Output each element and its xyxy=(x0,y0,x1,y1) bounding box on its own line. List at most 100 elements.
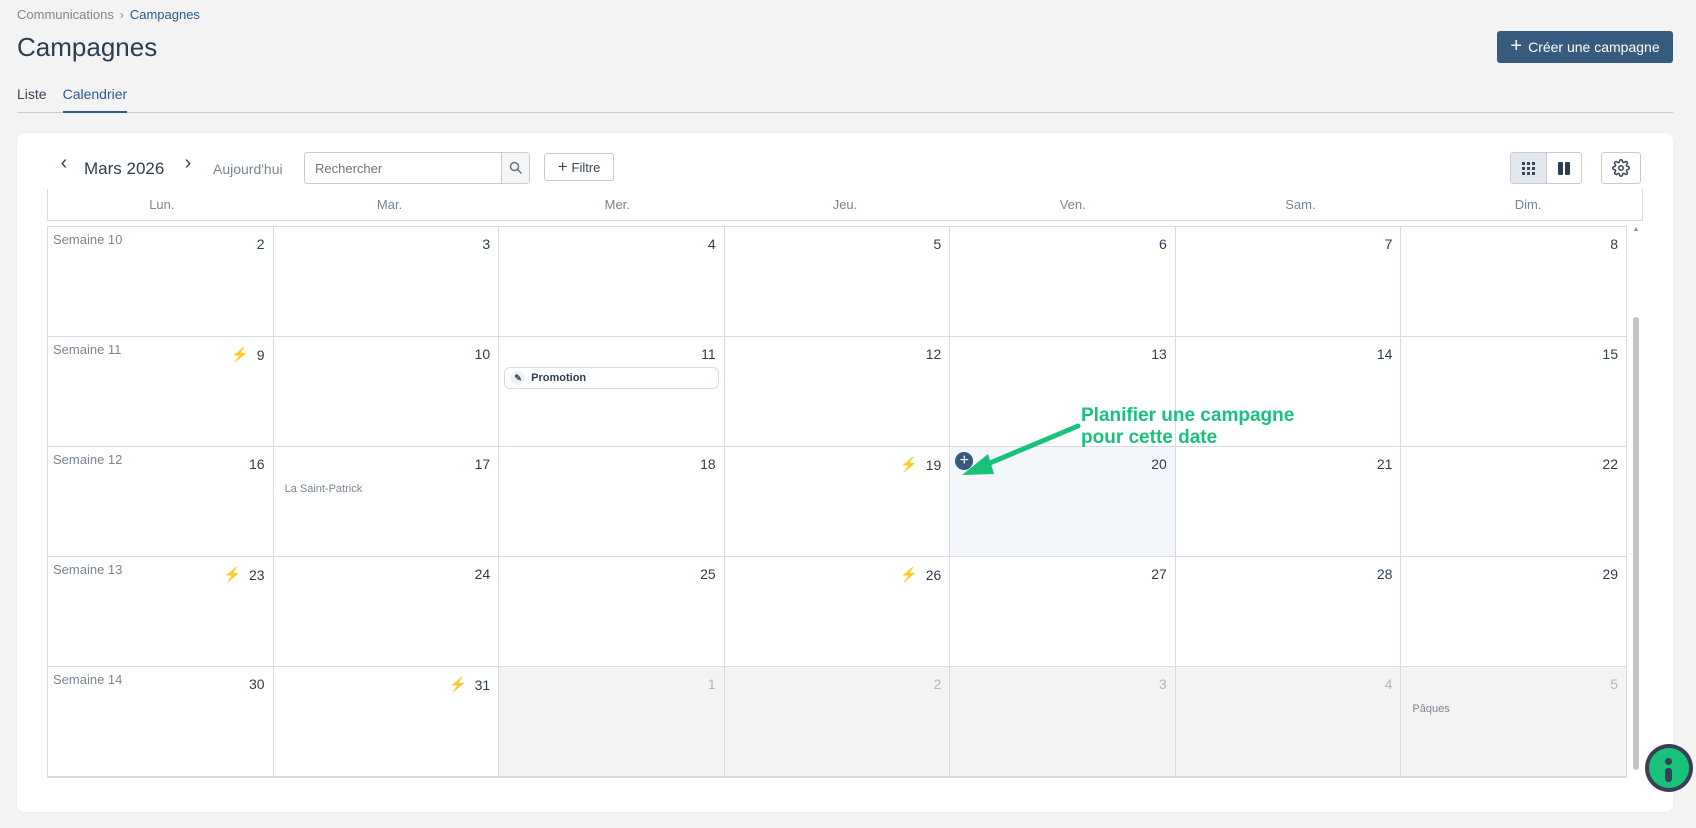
day-number: 8 xyxy=(1610,236,1618,252)
day-cell[interactable]: Semaine 11 ⚡ 9 xyxy=(48,337,274,447)
gear-icon xyxy=(1612,159,1630,177)
day-number: 28 xyxy=(1376,566,1393,582)
day-cell-outside-month[interactable]: 3 xyxy=(950,667,1176,777)
grid-view-button[interactable] xyxy=(1511,153,1547,183)
view-toggle xyxy=(1510,152,1582,184)
breadcrumb: Communications › Campagnes xyxy=(17,7,200,22)
day-cell[interactable]: 27 xyxy=(950,557,1176,667)
calendar-scrollbar[interactable]: ▲ xyxy=(1632,226,1640,778)
columns-icon xyxy=(1557,161,1570,175)
day-cell[interactable]: Semaine 12 16 xyxy=(48,447,274,557)
plus-icon: + xyxy=(557,156,568,176)
day-cell[interactable]: 7 xyxy=(1175,227,1402,337)
day-cell[interactable]: 22 xyxy=(1401,447,1627,557)
day-number: 9 xyxy=(256,346,265,363)
month-label: Mars 2026 xyxy=(84,159,165,178)
day-cell[interactable]: 29 xyxy=(1401,557,1627,667)
today-button[interactable]: Aujourd'hui xyxy=(213,161,283,177)
weekday-label: Mar. xyxy=(376,197,403,212)
day-number: 2 xyxy=(933,676,942,692)
day-cell-outside-month[interactable]: 4 xyxy=(1175,667,1402,777)
calendar-card: ‹ Mars 2026 › Aujourd'hui + Filtre Lun. … xyxy=(17,133,1673,812)
campaign-event[interactable]: ✎ Promotion xyxy=(504,367,719,389)
lightning-icon: ⚡ xyxy=(449,676,467,692)
week-label: Semaine 10 xyxy=(53,232,123,247)
day-number: 18 xyxy=(700,456,716,472)
day-cell[interactable]: ⚡ 31 xyxy=(273,667,500,777)
day-number: 3 xyxy=(482,236,491,252)
day-cell[interactable]: 4 xyxy=(499,227,725,337)
day-number: 10 xyxy=(474,346,491,362)
day-number: 16 xyxy=(248,456,265,472)
day-cell[interactable]: ⚡ 19 xyxy=(724,447,951,557)
lightning-icon: ⚡ xyxy=(900,566,918,582)
plus-icon: + xyxy=(1510,35,1523,57)
filter-label: Filtre xyxy=(571,159,601,175)
chevron-right-icon[interactable]: › xyxy=(177,152,199,175)
settings-button[interactable] xyxy=(1601,152,1641,184)
day-cell[interactable]: Semaine 10 2 xyxy=(48,227,274,337)
day-cell[interactable]: 12 xyxy=(724,337,951,447)
holiday-label: Pâques xyxy=(1412,703,1450,715)
weekday-label: Mer. xyxy=(604,197,630,212)
day-cell[interactable]: 8 xyxy=(1401,227,1627,337)
search-input[interactable] xyxy=(305,153,501,183)
tab-liste[interactable]: Liste xyxy=(17,86,47,112)
day-cell[interactable]: 17 La Saint-Patrick xyxy=(273,447,500,557)
day-cell[interactable]: 21 xyxy=(1175,447,1402,557)
day-number: 23 xyxy=(248,566,265,583)
day-cell[interactable]: Semaine 13 ⚡ 23 xyxy=(48,557,274,667)
day-number: 21 xyxy=(1376,456,1393,472)
day-cell[interactable]: 28 xyxy=(1175,557,1402,667)
annotation-line-1: Planifier une campagne xyxy=(1081,405,1295,426)
day-number: 19 xyxy=(925,456,942,473)
day-number: 6 xyxy=(1159,236,1167,252)
day-cell[interactable]: 6 xyxy=(950,227,1176,337)
day-cell[interactable]: Semaine 14 30 xyxy=(48,667,274,777)
day-number: 5 xyxy=(1610,676,1618,692)
day-cell[interactable]: 24 xyxy=(273,557,500,667)
day-number: 4 xyxy=(707,236,716,252)
day-cell[interactable]: 5 xyxy=(724,227,951,337)
day-number: 13 xyxy=(1151,346,1167,362)
chat-bubble-icon xyxy=(1649,748,1689,788)
day-cell[interactable]: 18 xyxy=(499,447,725,557)
weekday-label: Jeu. xyxy=(832,197,858,212)
day-cell[interactable]: 10 xyxy=(273,337,500,447)
help-widget-icon[interactable] xyxy=(1645,744,1693,792)
week-label: Semaine 12 xyxy=(53,452,123,467)
day-cell[interactable]: ⚡ 26 xyxy=(724,557,951,667)
day-cell[interactable]: 3 xyxy=(273,227,500,337)
filter-button[interactable]: + Filtre xyxy=(544,153,614,181)
chevron-left-icon[interactable]: ‹ xyxy=(53,152,75,175)
weekday-label: Lun. xyxy=(149,197,175,212)
day-cell[interactable]: 25 xyxy=(499,557,725,667)
day-number: 22 xyxy=(1602,456,1618,472)
breadcrumb-parent[interactable]: Communications xyxy=(17,7,114,22)
day-number: 31 xyxy=(474,676,491,693)
day-number: 30 xyxy=(248,676,265,692)
day-cell-outside-month[interactable]: 2 xyxy=(724,667,951,777)
day-cell-outside-month[interactable]: 1 xyxy=(499,667,725,777)
search-button[interactable] xyxy=(501,153,529,183)
scroll-up-icon[interactable]: ▲ xyxy=(1632,226,1640,233)
scrollbar-thumb[interactable] xyxy=(1633,317,1639,770)
column-view-button[interactable] xyxy=(1547,153,1582,183)
day-number: 12 xyxy=(925,346,942,362)
weekday-label: Sam. xyxy=(1285,197,1316,212)
day-cell-outside-month[interactable]: 5 Pâques xyxy=(1401,667,1627,777)
week-label: Semaine 13 xyxy=(53,562,123,577)
tab-calendrier[interactable]: Calendrier xyxy=(62,86,127,113)
holiday-label: La Saint-Patrick xyxy=(284,483,363,495)
day-cell[interactable]: 15 xyxy=(1401,337,1627,447)
create-campaign-button[interactable]: + Créer une campagne xyxy=(1497,31,1673,63)
weekday-label: Ven. xyxy=(1059,197,1086,212)
day-number: 7 xyxy=(1384,236,1393,252)
grid-icon xyxy=(1521,161,1535,175)
lightning-icon: ⚡ xyxy=(223,566,241,582)
day-number: 20 xyxy=(1151,456,1167,472)
weekday-header: Lun. Mar. Mer. Jeu. Ven. Sam. Dim. xyxy=(47,189,1643,221)
weekday-label: Dim. xyxy=(1514,197,1542,212)
day-number: 14 xyxy=(1376,346,1393,362)
day-cell[interactable]: 11 ✎ Promotion xyxy=(499,337,725,447)
